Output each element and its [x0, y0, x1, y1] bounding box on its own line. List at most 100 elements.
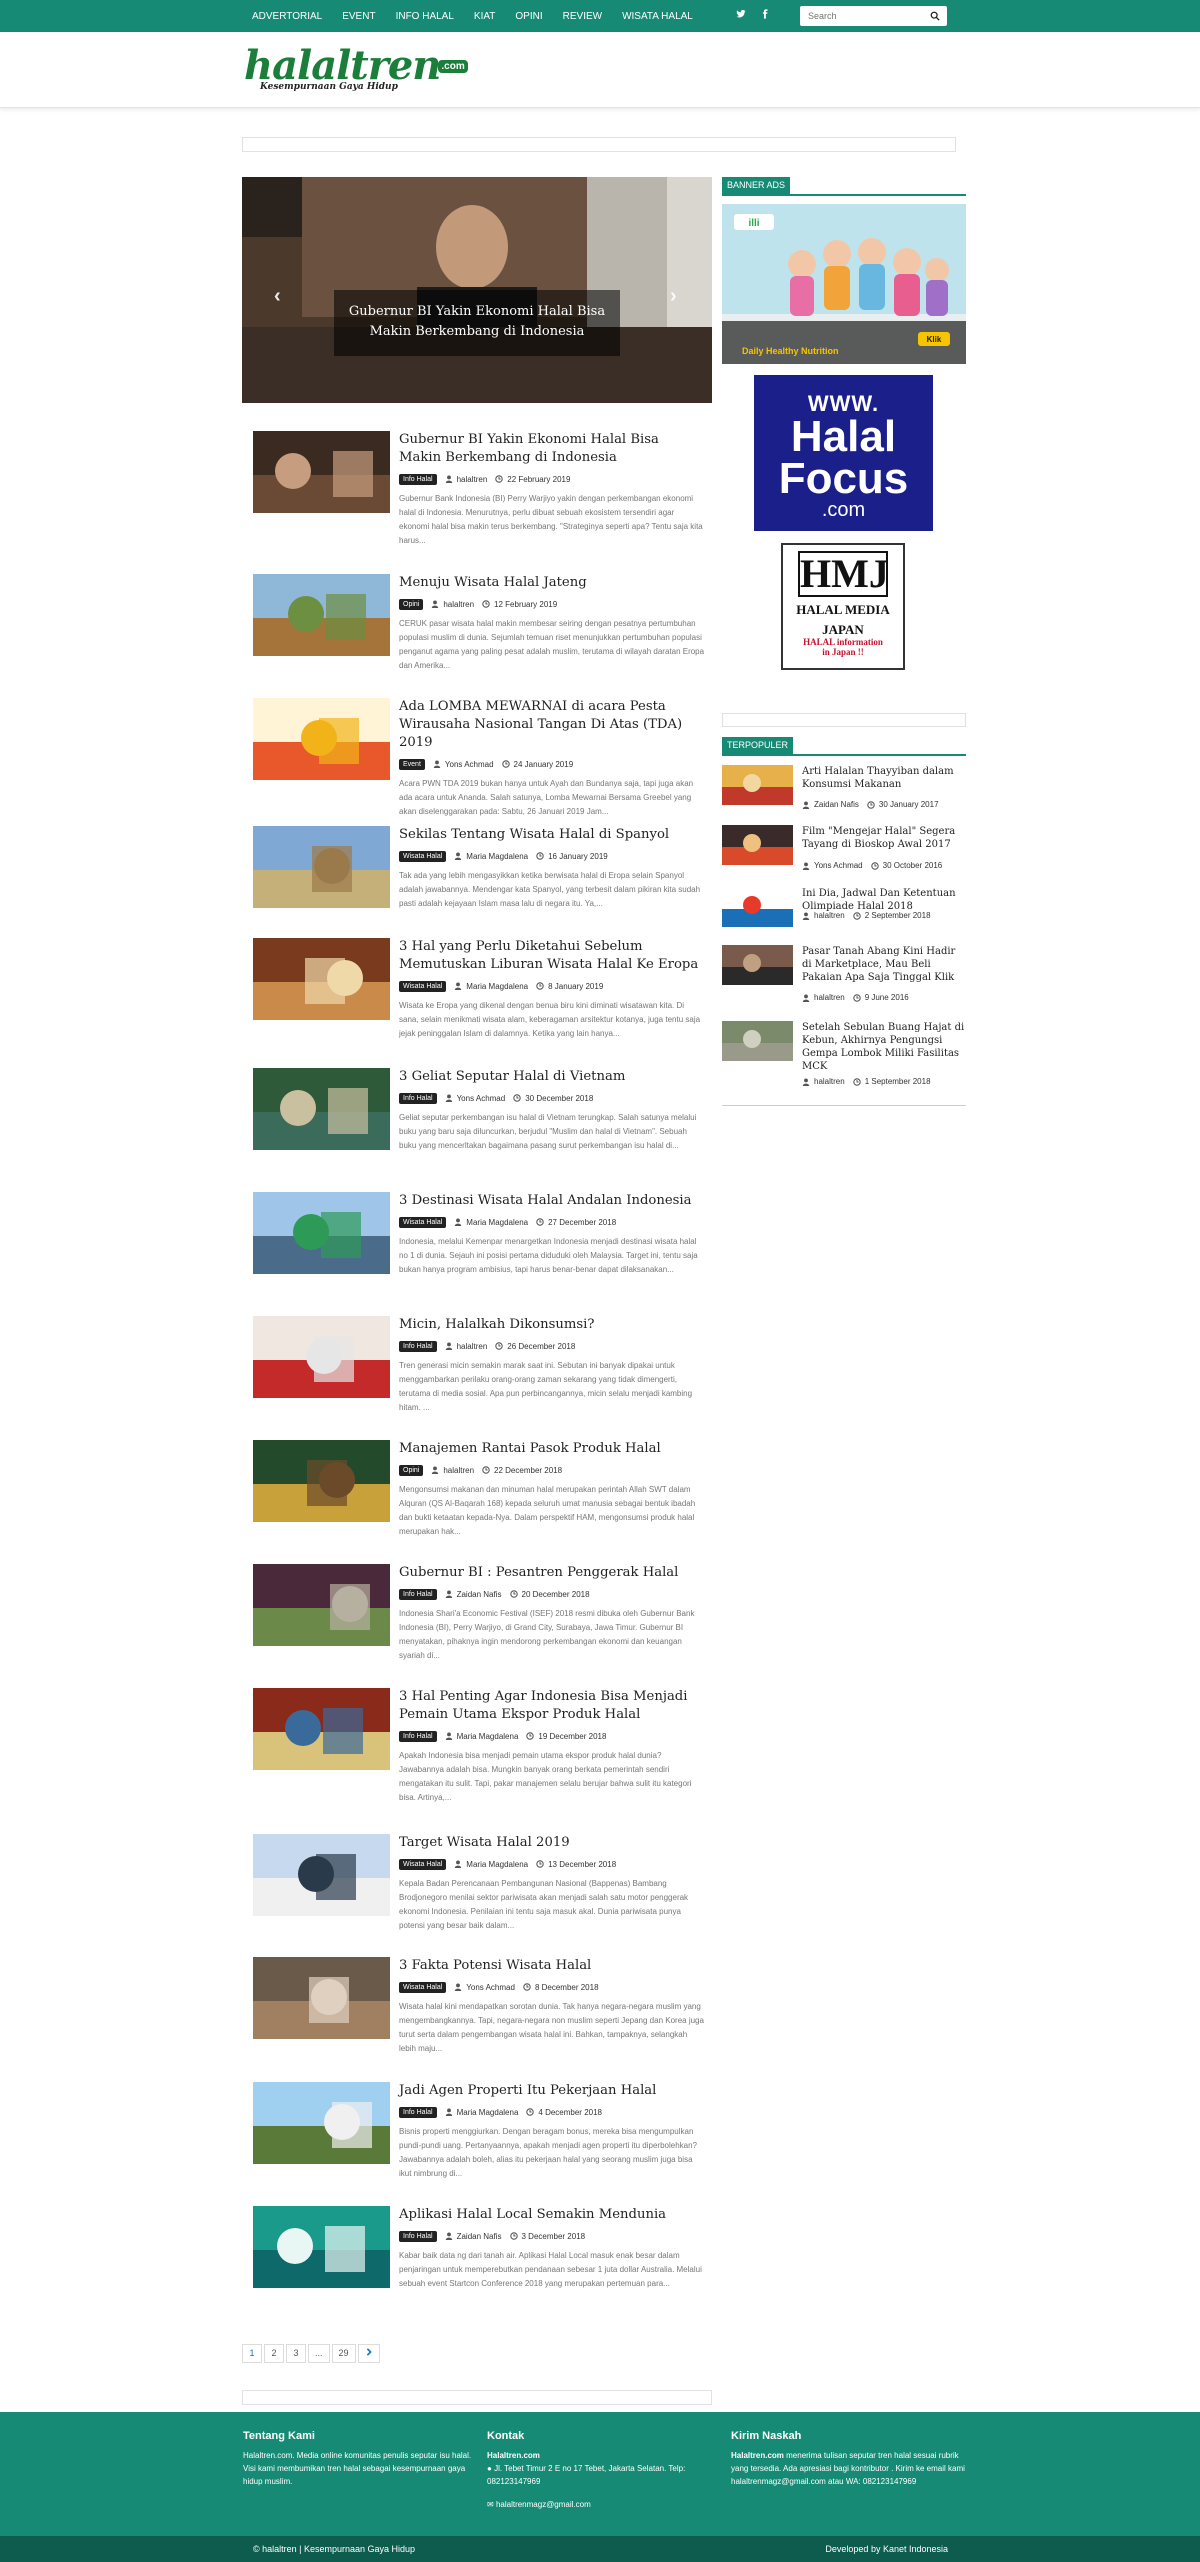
twitter-icon[interactable] — [736, 9, 746, 19]
halalfocus-banner[interactable]: WWW. Halal Focus .com — [754, 375, 933, 531]
post-author[interactable]: halaltren — [443, 1466, 474, 1475]
post-thumbnail[interactable] — [253, 431, 390, 513]
facebook-icon[interactable] — [760, 9, 770, 19]
post-category-badge[interactable]: Info Halal — [399, 1340, 437, 1352]
popular-title[interactable]: Arti Halalan Thayyiban dalam Konsumsi Ma… — [802, 765, 966, 791]
nav-item-opini[interactable]: OPINI — [515, 11, 542, 22]
post-category-badge[interactable]: Opini — [399, 598, 424, 610]
popular-thumbnail[interactable] — [722, 765, 793, 805]
post-title[interactable]: 3 Hal Penting Agar Indonesia Bisa Menjad… — [399, 1688, 705, 1724]
post-author[interactable]: Maria Magdalena — [466, 982, 528, 991]
post-title[interactable]: Target Wisata Halal 2019 — [399, 1834, 705, 1852]
post-category-badge[interactable]: Info Halal — [399, 1588, 437, 1600]
banner-ad-illi[interactable]: Klik Daily Healthy Nutrition illi — [722, 204, 966, 364]
popular-title[interactable]: Ini Dia, Jadwal Dan Ketentuan Olimpiade … — [802, 887, 966, 913]
page-29[interactable]: 29 — [331, 2344, 356, 2363]
post-category-badge[interactable]: Info Halal — [399, 2230, 437, 2242]
developer-credit[interactable]: Developed by Kanet Indonesia — [825, 2544, 948, 2554]
post-thumbnail[interactable] — [253, 1688, 390, 1770]
post-title[interactable]: Gubernur BI Yakin Ekonomi Halal Bisa Mak… — [399, 431, 705, 467]
post-title[interactable]: 3 Fakta Potensi Wisata Halal — [399, 1957, 705, 1975]
popular-item[interactable]: Ini Dia, Jadwal Dan Ketentuan Olimpiade … — [722, 887, 966, 937]
halal-media-japan-banner[interactable]: HMJ HALAL MEDIA JAPAN HALAL information … — [781, 543, 905, 670]
page-3[interactable]: 3 — [286, 2344, 306, 2363]
post-category-badge[interactable]: Wisata Halal — [399, 1858, 447, 1870]
post-title[interactable]: Ada LOMBA MEWARNAI di acara Pesta Wiraus… — [399, 698, 705, 752]
post-title[interactable]: Jadi Agen Properti Itu Pekerjaan Halal — [399, 2082, 705, 2100]
post-thumbnail[interactable] — [253, 698, 390, 780]
nav-item-advertorial[interactable]: ADVERTORIAL — [252, 11, 322, 22]
post-title[interactable]: Sekilas Tentang Wisata Halal di Spanyol — [399, 826, 705, 844]
popular-author[interactable]: halaltren — [814, 1077, 845, 1086]
post-category-badge[interactable]: Wisata Halal — [399, 1216, 447, 1228]
post-author[interactable]: Maria Magdalena — [466, 1860, 528, 1869]
post-title[interactable]: Manajemen Rantai Pasok Produk Halal — [399, 1440, 705, 1458]
search-button[interactable] — [924, 6, 946, 26]
nav-item-review[interactable]: REVIEW — [563, 11, 602, 22]
nav-item-wisata-halal[interactable]: WISATA HALAL — [622, 11, 693, 22]
popular-thumbnail[interactable] — [722, 1021, 793, 1061]
search-input[interactable] — [800, 6, 924, 26]
slider-next-arrow[interactable]: › — [670, 285, 677, 308]
post-category-badge[interactable]: Wisata Halal — [399, 1981, 447, 1993]
post-thumbnail[interactable] — [253, 1564, 390, 1646]
post-thumbnail[interactable] — [253, 1957, 390, 2039]
nav-item-kiat[interactable]: KIAT — [474, 11, 495, 22]
post-title[interactable]: 3 Destinasi Wisata Halal Andalan Indones… — [399, 1192, 705, 1210]
popular-thumbnail[interactable] — [722, 825, 793, 865]
post-thumbnail[interactable] — [253, 2082, 390, 2164]
page-2[interactable]: 2 — [264, 2344, 284, 2363]
slider-prev-arrow[interactable]: ‹ — [274, 285, 281, 308]
post-category-badge[interactable]: Opini — [399, 1464, 424, 1476]
post-title[interactable]: Menuju Wisata Halal Jateng — [399, 574, 705, 592]
popular-title[interactable]: Film "Mengejar Halal" Segera Tayang di B… — [802, 825, 966, 851]
post-category-badge[interactable]: Wisata Halal — [399, 980, 447, 992]
post-author[interactable]: halaltren — [457, 1342, 488, 1351]
popular-title[interactable]: Pasar Tanah Abang Kini Hadir di Marketpl… — [802, 945, 966, 984]
post-title[interactable]: Aplikasi Halal Local Semakin Mendunia — [399, 2206, 705, 2224]
post-author[interactable]: Yons Achmad — [466, 1983, 515, 1992]
popular-author[interactable]: Zaidan Nafis — [814, 800, 859, 809]
post-category-badge[interactable]: Wisata Halal — [399, 850, 447, 862]
popular-title[interactable]: Setelah Sebulan Buang Hajat di Kebun, Ak… — [802, 1021, 966, 1073]
post-thumbnail[interactable] — [253, 1440, 390, 1522]
nav-item-event[interactable]: EVENT — [342, 11, 375, 22]
popular-author[interactable]: halaltren — [814, 993, 845, 1002]
post-category-badge[interactable]: Info Halal — [399, 1730, 437, 1742]
post-thumbnail[interactable] — [253, 1834, 390, 1916]
popular-thumbnail[interactable] — [722, 945, 793, 985]
post-thumbnail[interactable] — [253, 938, 390, 1020]
site-logo[interactable]: halaltren.com Kesempurnaan Gaya Hidup — [244, 44, 468, 92]
post-author[interactable]: Maria Magdalena — [466, 1218, 528, 1227]
popular-item[interactable]: Arti Halalan Thayyiban dalam Konsumsi Ma… — [722, 765, 966, 815]
post-category-badge[interactable]: Info Halal — [399, 1092, 437, 1104]
popular-author[interactable]: halaltren — [814, 911, 845, 920]
post-thumbnail[interactable] — [253, 1192, 390, 1274]
post-title[interactable]: Micin, Halalkah Dikonsumsi? — [399, 1316, 705, 1334]
nav-item-info-halal[interactable]: INFO HALAL — [396, 11, 454, 22]
contact-email[interactable]: halaltrenmagz@gmail.com — [496, 2500, 591, 2509]
post-title[interactable]: 3 Geliat Seputar Halal di Vietnam — [399, 1068, 705, 1086]
post-author[interactable]: Maria Magdalena — [457, 2108, 519, 2117]
post-thumbnail[interactable] — [253, 2206, 390, 2288]
post-title[interactable]: Gubernur BI : Pesantren Penggerak Halal — [399, 1564, 705, 1582]
post-author[interactable]: halaltren — [457, 475, 488, 484]
post-author[interactable]: Maria Magdalena — [466, 852, 528, 861]
featured-slider[interactable]: ‹ › Gubernur BI Yakin Ekonomi Halal Bisa… — [242, 177, 712, 403]
next-page-button[interactable] — [357, 2344, 380, 2363]
post-author[interactable]: Maria Magdalena — [457, 1732, 519, 1741]
post-category-badge[interactable]: Event — [399, 758, 425, 770]
post-category-badge[interactable]: Info Halal — [399, 473, 437, 485]
post-author[interactable]: Zaidan Nafis — [457, 2232, 502, 2241]
post-category-badge[interactable]: Info Halal — [399, 2106, 437, 2118]
post-author[interactable]: Yons Achmad — [445, 760, 494, 769]
post-thumbnail[interactable] — [253, 1068, 390, 1150]
post-thumbnail[interactable] — [253, 1316, 390, 1398]
post-author[interactable]: halaltren — [443, 600, 474, 609]
post-thumbnail[interactable] — [253, 826, 390, 908]
slide-caption[interactable]: Gubernur BI Yakin Ekonomi Halal Bisa Mak… — [334, 290, 620, 356]
popular-author[interactable]: Yons Achmad — [814, 861, 863, 870]
post-thumbnail[interactable] — [253, 574, 390, 656]
page-1[interactable]: 1 — [242, 2344, 262, 2363]
post-author[interactable]: Zaidan Nafis — [457, 1590, 502, 1599]
